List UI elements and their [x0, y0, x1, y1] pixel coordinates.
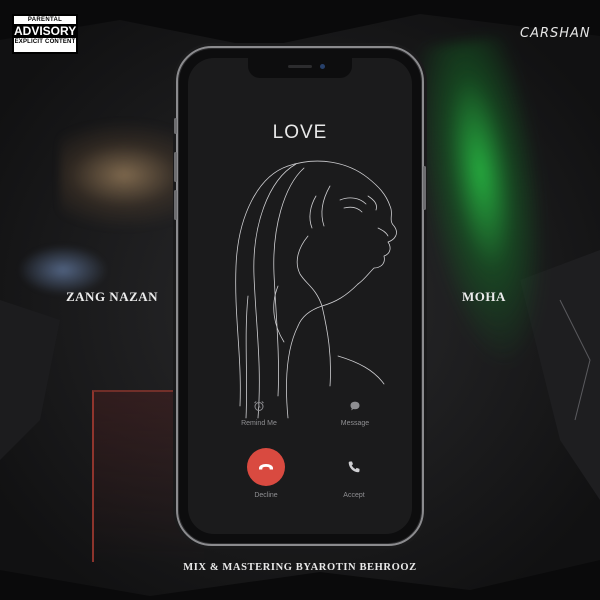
parental-advisory-label: PARENTAL ADVISORY EXPLICIT CONTENT: [12, 14, 78, 54]
woman-line-art-illustration: [235, 160, 397, 419]
mute-switch: [174, 118, 177, 134]
album-cover: PARENTAL ADVISORY EXPLICIT CONTENT CARSH…: [0, 0, 600, 600]
caller-name: LOVE: [272, 122, 328, 143]
accept-call-button[interactable]: Accept: [319, 448, 389, 499]
phone-hangup-icon: [259, 464, 273, 470]
phone-screen: LOVE Remind Me Message Decline Accept: [188, 58, 412, 534]
artist-name: MOHA: [462, 289, 506, 304]
credits-text: MIX & MASTERING BYAROTIN BEHROOZ: [183, 562, 417, 573]
remind-me-button[interactable]: Remind Me: [224, 400, 294, 427]
volume-up-button: [174, 152, 177, 182]
song-title: ZANG NAZAN: [66, 289, 159, 304]
message-label: Message: [340, 420, 370, 427]
brand-logo: CARSHAN: [520, 26, 591, 41]
message-button[interactable]: Message: [320, 400, 390, 427]
accept-label: Accept: [343, 492, 365, 499]
volume-down-button: [174, 190, 177, 220]
advisory-line-1: PARENTAL: [27, 17, 63, 23]
accept-circle[interactable]: [335, 448, 373, 486]
decline-circle[interactable]: [247, 448, 285, 486]
phone-notch: [248, 58, 352, 78]
alarm-clock-icon: [254, 401, 264, 411]
advisory-line-3: EXPLICIT CONTENT: [14, 39, 76, 45]
phone-icon: [348, 461, 360, 473]
chat-bubble-icon: [350, 401, 360, 411]
blue-light-glow: [18, 245, 108, 295]
decline-call-button[interactable]: Decline: [231, 448, 301, 499]
phone-device: LOVE Remind Me Message Decline Accept: [174, 46, 426, 546]
power-button: [423, 166, 426, 210]
earpiece-speaker: [288, 65, 312, 68]
front-camera: [320, 64, 325, 69]
remind-me-label: Remind Me: [241, 420, 277, 427]
decline-label: Decline: [254, 492, 278, 499]
advisory-line-2: ADVISORY: [14, 24, 77, 38]
